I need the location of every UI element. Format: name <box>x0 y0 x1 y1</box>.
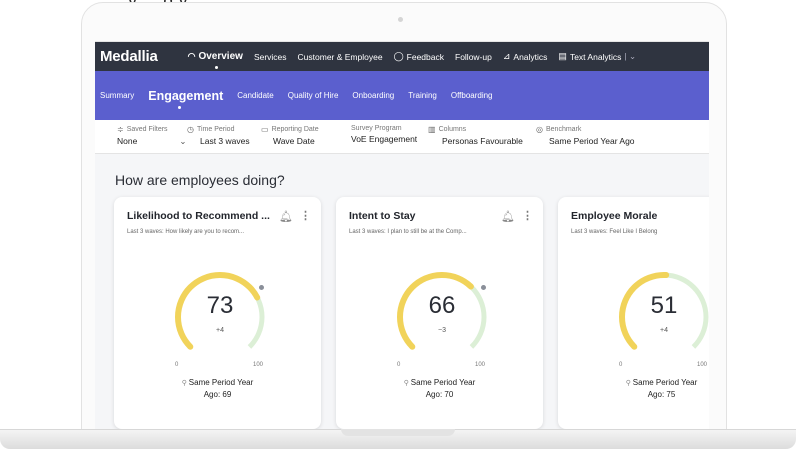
medallia-logo[interactable]: Medallia <box>100 48 158 65</box>
sliders-icon: ≑ <box>117 125 124 134</box>
bell-icon[interactable]: 🔔︎ <box>501 210 515 223</box>
gauge-min: 0 <box>175 362 179 368</box>
reporting-date-label: Reporting Date <box>271 126 319 133</box>
score-delta: +4 <box>216 327 224 334</box>
nav-text-analytics[interactable]: ▤ Text Analytics | ⌄ <box>558 51 636 62</box>
score-value: 73 <box>206 292 234 319</box>
card-subtitle: Last 3 waves: I plan to still be at the … <box>349 229 467 235</box>
metric-card-likelihood[interactable]: Likelihood to Recommend ... Last 3 waves… <box>114 197 321 429</box>
nav-analytics[interactable]: ⊿ Analytics <box>503 51 548 62</box>
nav-customer-employee-label: Customer & Employee <box>297 51 383 62</box>
gauge-max: 100 <box>253 362 264 368</box>
tab-onboarding[interactable]: Onboarding <box>352 91 394 100</box>
columns-value: Personas Favourable <box>442 136 523 146</box>
text-analytics-icon: ▤ <box>558 51 567 61</box>
nav-overview[interactable]: ◠ Overview <box>187 51 243 69</box>
tab-quality-of-hire[interactable]: Quality of Hire <box>288 91 339 100</box>
gauge-max: 100 <box>475 362 486 368</box>
survey-program-label: Survey Program <box>351 125 402 132</box>
reporting-date-value: Wave Date <box>273 136 315 146</box>
benchmark-filter[interactable]: ◎ Benchmark Same Period Year Ago <box>536 125 635 146</box>
top-navigation: Medallia ◠ Overview Services Customer & … <box>95 42 709 71</box>
score-delta: +4 <box>660 327 668 334</box>
gauge-min: 0 <box>397 362 401 368</box>
tab-summary[interactable]: Summary <box>100 91 134 100</box>
card-title: Employee Morale <box>571 210 658 222</box>
time-period-label: Time Period <box>196 126 235 133</box>
survey-program-value: VoE Engagement <box>351 134 418 144</box>
app-screen: Medallia ◠ Overview Services Customer & … <box>95 41 709 429</box>
saved-filters-label: Saved Filters <box>126 126 168 133</box>
benchmark-value: Ago: 70 <box>425 390 454 399</box>
bell-icon[interactable]: 🔔︎ <box>279 210 293 223</box>
calendar-icon: ▭ <box>261 125 269 134</box>
laptop-notch <box>341 429 455 436</box>
card-title: Likelihood to Recommend ... <box>127 210 270 222</box>
metric-card-intent-to-stay[interactable]: Intent to Stay Last 3 waves: I plan to s… <box>336 197 543 429</box>
nav-feedback[interactable]: ◯ Feedback <box>394 51 444 62</box>
chevron-down-icon: ⌄ <box>179 136 187 146</box>
nav-customer-employee[interactable]: Customer & Employee <box>298 52 383 62</box>
camera-dot <box>398 17 403 22</box>
columns-icon: ▥ <box>428 125 436 134</box>
reporting-date-filter[interactable]: ▭ Reporting Date Wave Date <box>261 125 319 146</box>
benchmark-marker-icon <box>257 283 266 292</box>
nav-follow-up[interactable]: Follow-up <box>455 52 492 62</box>
filter-bar: ≑ Saved Filters None ⌄ ◷ Time Period Last 3… <box>95 120 709 154</box>
saved-filters-value: None <box>117 136 138 146</box>
tab-training[interactable]: Training <box>408 91 437 100</box>
clock-icon: ◷ <box>187 125 194 134</box>
card-subtitle: Last 3 waves: Feel Like I Belong <box>571 229 658 235</box>
card-subtitle: Last 3 waves: How likely are you to reco… <box>127 229 245 235</box>
benchmark-value: Ago: 75 <box>647 390 676 399</box>
time-period-value: Last 3 waves <box>200 136 250 146</box>
target-icon: ◎ <box>536 125 543 134</box>
nav-services-label: Services <box>253 51 287 62</box>
chat-icon: ◯ <box>393 51 404 61</box>
score-delta: −3 <box>438 327 446 334</box>
columns-label: Columns <box>438 126 467 133</box>
nav-services[interactable]: Services <box>254 52 287 62</box>
section-title: How are employees doing? <box>115 172 285 188</box>
score-value: 66 <box>428 292 456 319</box>
more-options-icon[interactable]: ⋮ <box>522 209 533 222</box>
time-period-filter[interactable]: ◷ Time Period Last 3 waves <box>187 125 250 146</box>
nav-follow-up-label: Follow-up <box>455 51 492 62</box>
score-value: 51 <box>650 292 678 319</box>
tab-offboarding[interactable]: Offboarding <box>451 91 493 100</box>
benchmark-label: ⚲ Same Period Year <box>625 378 698 387</box>
gauge-min: 0 <box>619 362 623 368</box>
gauge-max: 100 <box>697 362 708 368</box>
benchmark-value: Ago: 69 <box>203 390 232 399</box>
location-pin-icon: ⚲ <box>403 380 411 387</box>
nav-overview-label: Overview <box>198 51 243 62</box>
benchmark-label: Benchmark <box>545 126 582 133</box>
chevron-down-icon: | ⌄ <box>624 51 637 61</box>
sub-navigation: Summary Engagement Candidate Quality of … <box>95 71 709 120</box>
analytics-icon: ⊿ <box>502 51 511 61</box>
nav-analytics-label: Analytics <box>513 51 548 62</box>
metric-card-employee-morale[interactable]: Employee Morale Last 3 waves: Feel Like … <box>558 197 709 429</box>
location-pin-icon: ⚲ <box>625 380 633 387</box>
columns-filter[interactable]: ▥ Columns Personas Favourable <box>428 125 523 146</box>
benchmark-value: Same Period Year Ago <box>549 136 635 146</box>
saved-filters-dropdown[interactable]: ≑ Saved Filters None ⌄ <box>117 125 186 147</box>
benchmark-label: ⚲ Same Period Year <box>403 378 476 387</box>
tab-engagement[interactable]: Engagement <box>148 89 223 109</box>
nav-feedback-label: Feedback <box>406 51 444 62</box>
tab-candidate[interactable]: Candidate <box>237 91 273 100</box>
survey-program-filter[interactable]: Survey Program VoE Engagement <box>351 125 417 144</box>
card-title: Intent to Stay <box>349 210 416 222</box>
more-options-icon[interactable]: ⋮ <box>300 209 311 222</box>
location-pin-icon: ⚲ <box>181 380 189 387</box>
benchmark-label: ⚲ Same Period Year <box>181 378 254 387</box>
gauge-icon: ◠ <box>187 51 196 61</box>
nav-text-analytics-label: Text Analytics <box>569 51 622 62</box>
benchmark-marker-icon <box>479 283 488 292</box>
